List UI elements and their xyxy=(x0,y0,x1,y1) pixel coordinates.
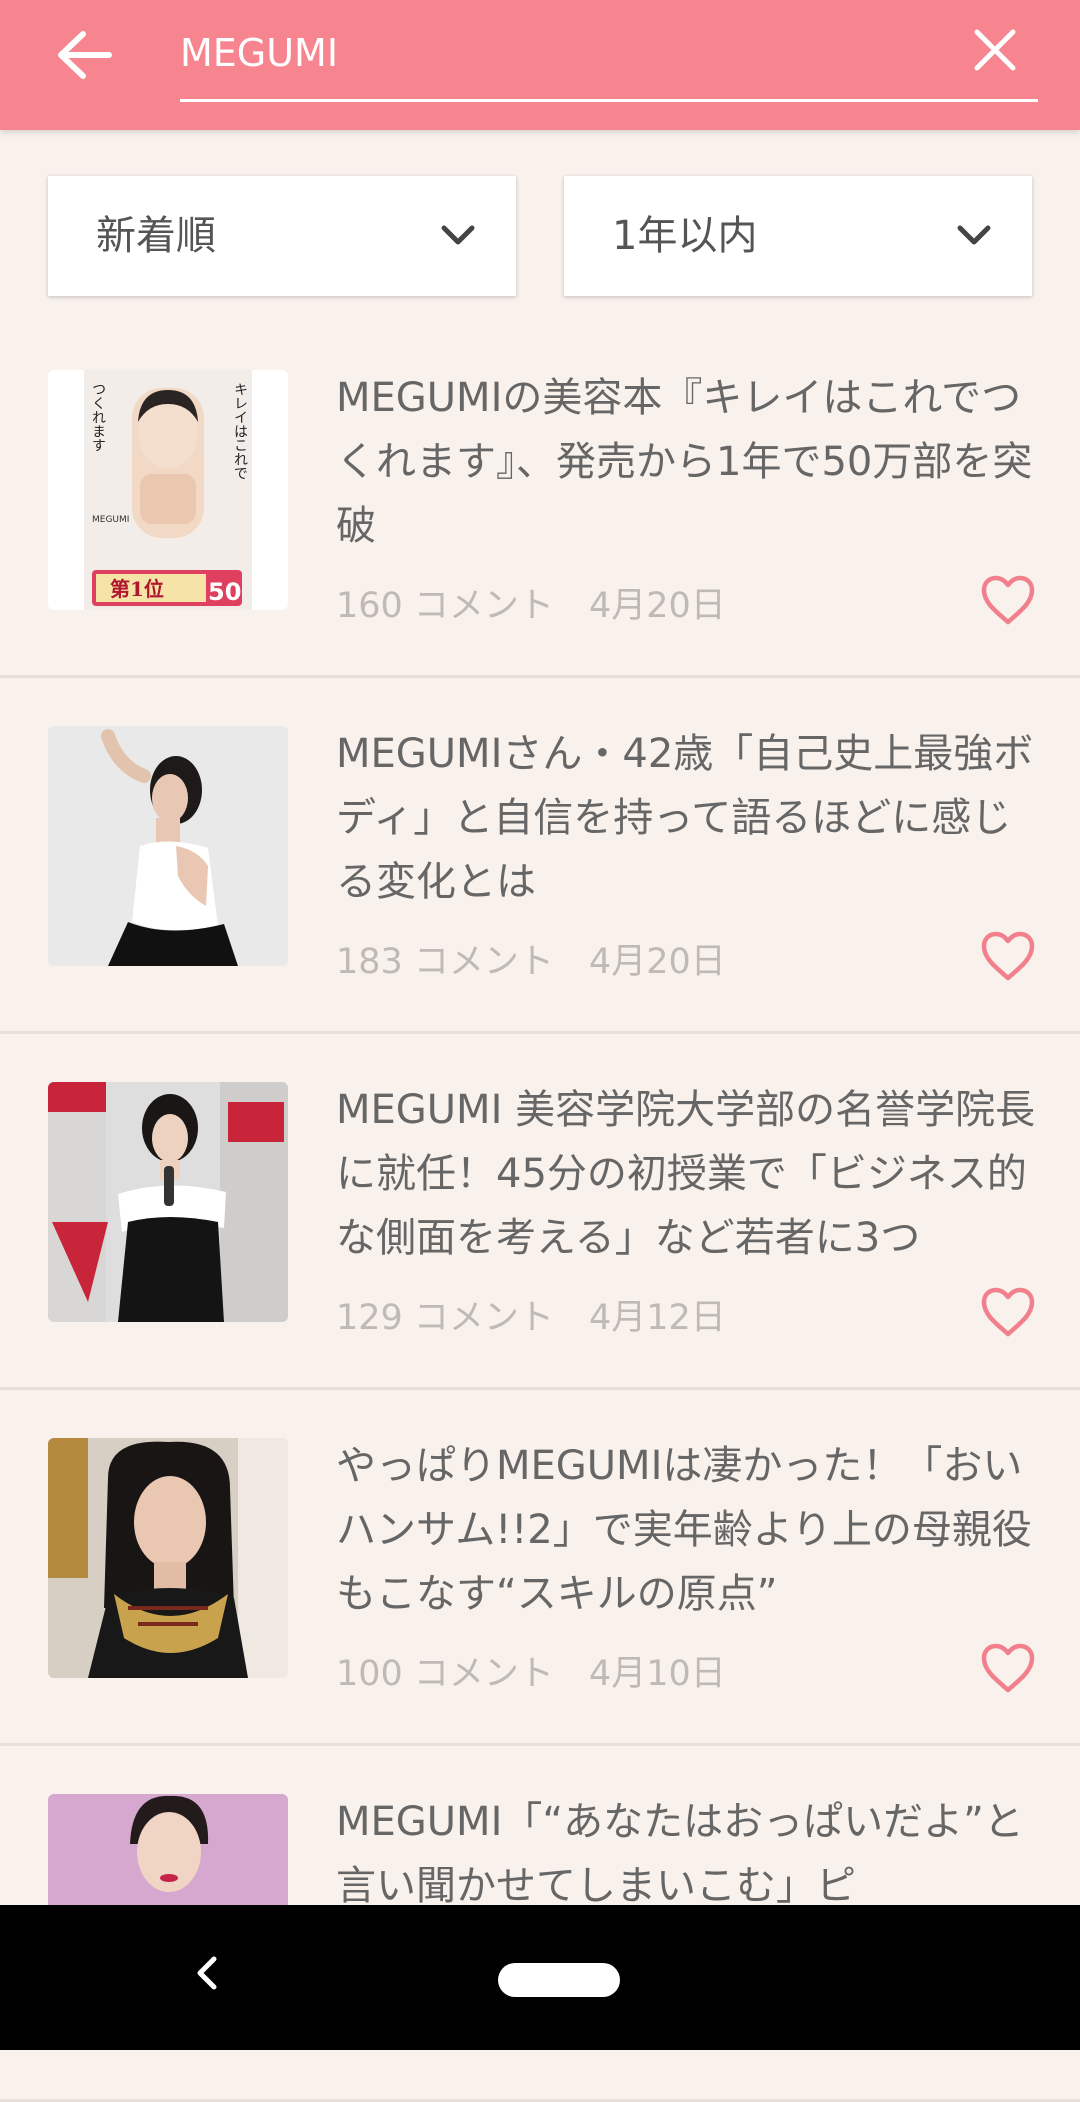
comment-count: 160 コメント xyxy=(336,586,554,626)
sort-dropdown-label: 新着順 xyxy=(96,213,216,259)
nav-home-button[interactable] xyxy=(498,1963,620,1997)
article-thumbnail-photo xyxy=(48,1082,288,1322)
period-dropdown-label: 1年以内 xyxy=(612,213,758,259)
chevron-down-icon xyxy=(441,225,475,245)
article-thumbnail-photo xyxy=(48,1438,288,1678)
article-title: やっぱりMEGUMIは凄かった！「おいハンサム!!2」で実年齢より上の母親役もこ… xyxy=(336,1443,1032,1617)
article-item[interactable]: MEGUMI 美容学院大学部の名誉学院長に就任！45分の初授業で「ビジネス的な側… xyxy=(0,1034,1080,1390)
article-thumbnail-photo xyxy=(48,726,288,966)
heart-outline-icon[interactable] xyxy=(980,1642,1036,1694)
article-meta: 160 コメント 4月20日 xyxy=(336,577,726,628)
search-input[interactable] xyxy=(180,10,920,96)
heart-outline-icon[interactable] xyxy=(980,1286,1036,1338)
nav-back-icon[interactable] xyxy=(180,1945,236,2001)
period-dropdown[interactable]: 1年以内 xyxy=(564,176,1032,296)
heart-outline-icon[interactable] xyxy=(980,930,1036,982)
arrow-left-icon xyxy=(58,31,112,79)
close-icon xyxy=(974,29,1016,71)
article-thumbnail-book-cover: キレイはこれで つくれます MEGUMI 第1位 50 xyxy=(48,370,288,610)
article-title: MEGUMI 美容学院大学部の名誉学院長に就任！45分の初授業で「ビジネス的な側… xyxy=(336,1087,1036,1261)
filter-bar: 新着順 1年以内 xyxy=(0,176,1080,300)
article-meta: 100 コメント 4月10日 xyxy=(336,1645,726,1696)
svg-text:つくれます: つくれます xyxy=(90,382,106,452)
article-date: 4月20日 xyxy=(588,586,726,626)
comment-count: 100 コメント xyxy=(336,1654,554,1694)
svg-text:50: 50 xyxy=(208,578,241,606)
article-title: MEGUMI「“あなたはおっぱいだよ”と言い聞かせてしまいこむ」ピ xyxy=(336,1799,1024,1909)
article-date: 4月12日 xyxy=(588,1298,726,1338)
heart-outline-icon[interactable] xyxy=(980,574,1036,626)
article-title: MEGUMIの美容本『キレイはこれでつくれます』、発売から1年で50万部を突破 xyxy=(336,375,1033,549)
article-item[interactable]: やっぱりMEGUMIは凄かった！「おいハンサム!!2」で実年齢より上の母親役もこ… xyxy=(0,1390,1080,1746)
article-item[interactable]: キレイはこれで つくれます MEGUMI 第1位 50 MEGUMIの美容本『キ… xyxy=(0,322,1080,678)
article-list: キレイはこれで つくれます MEGUMI 第1位 50 MEGUMIの美容本『キ… xyxy=(0,322,1080,2102)
chevron-down-icon xyxy=(957,225,991,245)
search-field xyxy=(180,10,1038,102)
article-date: 4月20日 xyxy=(588,942,726,982)
article-date: 4月10日 xyxy=(588,1654,726,1694)
svg-text:第1位: 第1位 xyxy=(110,577,164,601)
article-meta: 129 コメント 4月12日 xyxy=(336,1289,726,1340)
svg-text:キレイはこれで: キレイはこれで xyxy=(232,382,248,480)
svg-text:MEGUMI: MEGUMI xyxy=(92,515,129,525)
article-item[interactable]: MEGUMIさん・42歳「自己史上最強ボディ」と自信を持って語るほどに感じる変化… xyxy=(0,678,1080,1034)
comment-count: 129 コメント xyxy=(336,1298,554,1338)
search-header xyxy=(0,0,1080,130)
sort-dropdown[interactable]: 新着順 xyxy=(48,176,516,296)
system-navigation-bar xyxy=(0,1905,1080,2050)
comment-count: 183 コメント xyxy=(336,942,554,982)
article-meta: 183 コメント 4月20日 xyxy=(336,933,726,984)
back-button[interactable] xyxy=(40,10,130,100)
clear-search-button[interactable] xyxy=(955,10,1035,90)
article-title: MEGUMIさん・42歳「自己史上最強ボディ」と自信を持って語るほどに感じる変化… xyxy=(336,731,1034,905)
